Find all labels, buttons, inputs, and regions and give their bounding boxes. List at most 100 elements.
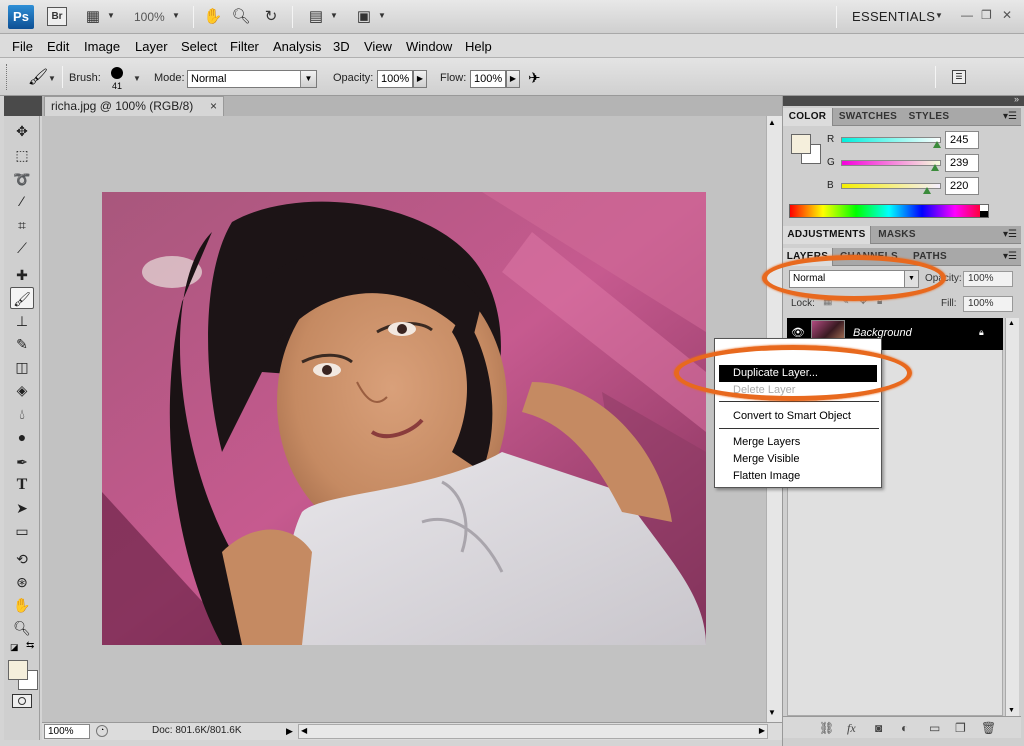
status-info-icon[interactable]: ◔ [96, 725, 108, 737]
scroll-down-icon[interactable]: ▼ [768, 708, 776, 717]
brush-tip-icon[interactable] [111, 67, 123, 79]
menu-3d[interactable]: 3D [333, 39, 350, 54]
3d-orbit-tool-icon[interactable]: ⊛ [10, 571, 34, 593]
scroll-up-icon[interactable]: ▲ [768, 118, 776, 127]
menu-file[interactable]: File [12, 39, 33, 54]
crop-tool-icon[interactable]: ⌗ [10, 214, 34, 236]
layer-opacity-input[interactable]: 100% [963, 271, 1013, 287]
clone-stamp-tool-icon[interactable]: ⊥ [10, 310, 34, 332]
path-selection-tool-icon[interactable]: ➤ [10, 497, 34, 519]
brush-tool-icon[interactable]: 🖌︎ [10, 287, 34, 309]
opacity-input[interactable]: 100% [377, 70, 413, 88]
menu-layer[interactable]: Layer [135, 39, 168, 54]
red-slider[interactable] [841, 137, 941, 143]
horizontal-scrollbar[interactable]: ◀ ▶ [298, 724, 768, 739]
layer-style-icon[interactable]: fx [847, 721, 856, 736]
tab-color[interactable]: COLOR [783, 108, 833, 126]
bridge-button[interactable]: Br [47, 7, 67, 26]
zoom-icon[interactable]: 🔍︎ [230, 7, 252, 27]
3d-rotate-tool-icon[interactable]: ⟲ [10, 548, 34, 570]
color-panel-foreground-swatch[interactable] [791, 134, 811, 154]
menu-help[interactable]: Help [465, 39, 492, 54]
scroll-up-icon[interactable]: ▲ [1008, 320, 1015, 327]
menu-select[interactable]: Select [181, 39, 217, 54]
delete-layer-icon[interactable]: 🗑︎ [981, 721, 996, 735]
menu-item-convert-smart-object[interactable]: Convert to Smart Object [719, 408, 877, 425]
blur-tool-icon[interactable]: 💧︎ [10, 403, 34, 425]
document-image[interactable] [102, 192, 706, 645]
scroll-left-icon[interactable]: ◀ [301, 726, 307, 735]
eraser-tool-icon[interactable]: ◫ [10, 356, 34, 378]
chevron-down-icon[interactable]: ▼ [107, 11, 115, 20]
green-value-input[interactable]: 239 [945, 154, 979, 172]
hand-icon[interactable]: ✋ [202, 7, 224, 27]
tab-swatches[interactable]: SWATCHES [835, 108, 901, 126]
brush-panel-icon[interactable]: ☰ [952, 70, 966, 84]
close-icon[interactable]: × [210, 97, 217, 115]
close-icon[interactable]: ✕ [1002, 8, 1012, 22]
zoom-level[interactable]: 100% [134, 10, 165, 24]
pen-tool-icon[interactable]: ✒ [10, 451, 34, 473]
chevron-down-icon[interactable]: ▼ [330, 11, 338, 20]
chevron-down-icon[interactable]: ▼ [935, 11, 943, 20]
link-layers-icon[interactable]: ⛓ [819, 721, 834, 735]
move-tool-icon[interactable]: ✥ [10, 120, 34, 142]
status-zoom-input[interactable]: 100% [44, 724, 90, 739]
chevron-down-icon[interactable]: ▼ [378, 11, 386, 20]
panel-menu-icon[interactable]: ▾☰ [1003, 229, 1017, 240]
chevron-down-icon[interactable]: ▼ [133, 74, 141, 83]
dodge-tool-icon[interactable]: ● [10, 426, 34, 448]
tab-adjustments[interactable]: ADJUSTMENTS [783, 226, 871, 244]
chevron-down-icon[interactable]: ▼ [48, 74, 56, 83]
green-slider[interactable] [841, 160, 941, 166]
hand-tool-icon[interactable]: ✋ [10, 594, 34, 616]
new-layer-icon[interactable]: ❐ [955, 721, 966, 735]
fill-input[interactable]: 100% [963, 296, 1013, 312]
layers-scrollbar[interactable]: ▲ ▼ [1005, 318, 1019, 716]
red-value-input[interactable]: 245 [945, 131, 979, 149]
airbrush-icon[interactable]: ✈ [528, 69, 541, 87]
eyedropper-tool-icon[interactable]: ⟋ [10, 237, 34, 259]
default-colors-icon[interactable]: ◪ [10, 642, 19, 653]
opacity-slider-toggle[interactable]: ▶ [413, 70, 427, 88]
new-group-icon[interactable]: ▭ [929, 721, 940, 735]
lasso-tool-icon[interactable]: ➰ [10, 168, 34, 190]
zoom-tool-icon[interactable]: 🔍︎ [10, 617, 34, 639]
type-tool-icon[interactable]: T [10, 474, 34, 496]
rectangle-tool-icon[interactable]: ▭ [10, 520, 34, 542]
red-slider-thumb[interactable] [933, 141, 941, 148]
mode-select[interactable]: Normal ▼ [187, 70, 317, 88]
tab-masks[interactable]: MASKS [873, 226, 921, 244]
menu-analysis[interactable]: Analysis [273, 39, 321, 54]
scroll-right-icon[interactable]: ▶ [759, 726, 765, 735]
panel-menu-icon[interactable]: ▾☰ [1003, 111, 1017, 122]
paint-bucket-tool-icon[interactable]: ◈ [10, 379, 34, 401]
adjustment-layer-icon[interactable]: ◐ [901, 721, 908, 735]
history-brush-tool-icon[interactable]: ✎ [10, 333, 34, 355]
menu-image[interactable]: Image [84, 39, 120, 54]
menu-item-flatten-image[interactable]: Flatten Image [719, 468, 877, 485]
swap-colors-icon[interactable]: ⇆ [26, 640, 34, 651]
foreground-color-swatch[interactable] [8, 660, 28, 680]
document-tab[interactable]: richa.jpg @ 100% (RGB/8) × [44, 96, 224, 116]
menu-view[interactable]: View [364, 39, 392, 54]
workspace-switcher[interactable]: ESSENTIALS [852, 9, 935, 24]
green-slider-thumb[interactable] [931, 164, 939, 171]
scroll-down-icon[interactable]: ▼ [1008, 707, 1015, 714]
menu-item-merge-visible[interactable]: Merge Visible [719, 451, 877, 468]
status-menu-arrow-icon[interactable]: ▶ [286, 726, 293, 737]
screen-mode-icon[interactable]: ▣ [353, 7, 375, 27]
rotate-view-icon[interactable]: ↻ [260, 7, 282, 27]
panel-menu-icon[interactable]: ▾☰ [1003, 251, 1017, 262]
add-mask-icon[interactable]: ◙ [875, 721, 882, 735]
color-spectrum-ramp[interactable] [789, 204, 989, 218]
healing-brush-tool-icon[interactable]: ✚ [10, 264, 34, 286]
blue-value-input[interactable]: 220 [945, 177, 979, 195]
menu-window[interactable]: Window [406, 39, 452, 54]
restore-icon[interactable]: ❐ [981, 8, 992, 22]
minimize-icon[interactable]: — [961, 8, 973, 22]
view-extras-icon[interactable]: ▦ [82, 7, 104, 27]
menu-edit[interactable]: Edit [47, 39, 69, 54]
collapse-dock-icon[interactable]: » [1014, 94, 1019, 104]
flow-input[interactable]: 100% [470, 70, 506, 88]
